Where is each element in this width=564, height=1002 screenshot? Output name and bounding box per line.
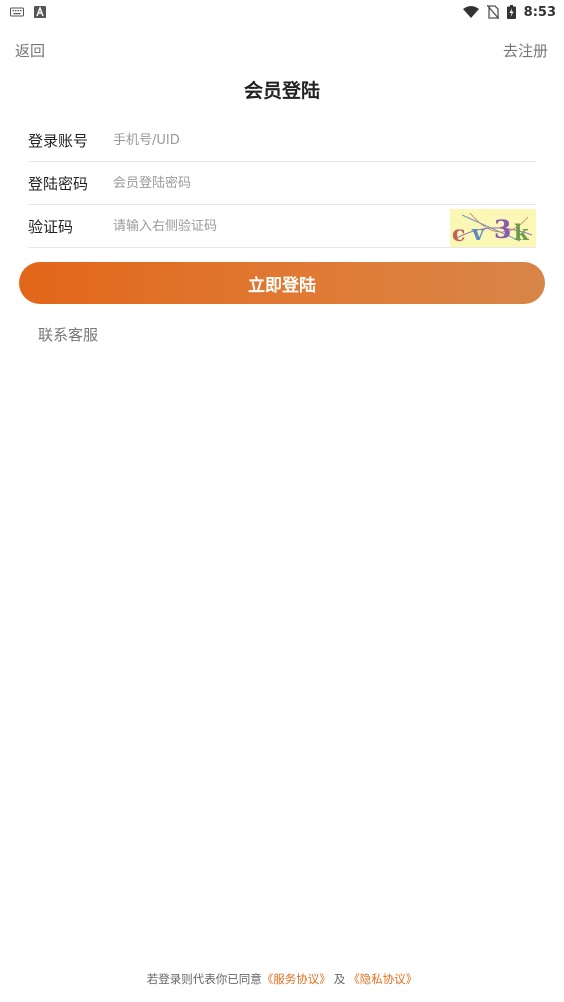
status-bar: 8:53 — [0, 0, 564, 24]
keyboard-icon — [10, 7, 24, 17]
captcha-image[interactable]: c v 3 k — [450, 209, 536, 247]
header: 返回 去注册 — [0, 30, 564, 70]
captcha-label: 验证码 — [28, 218, 74, 236]
service-agreement-link[interactable]: 《服务协议》 — [262, 972, 331, 986]
privacy-agreement-link[interactable]: 《隐私协议》 — [348, 972, 417, 986]
login-button[interactable]: 立即登陆 — [19, 262, 545, 304]
account-input[interactable] — [113, 125, 536, 156]
svg-text:3: 3 — [494, 215, 511, 244]
password-row: 登陆密码 — [28, 163, 536, 205]
captcha-row: 验证码 c v 3 k — [28, 206, 536, 248]
agreement-prefix: 若登录则代表你已同意 — [146, 972, 262, 986]
svg-text:v: v — [471, 220, 485, 245]
no-sim-icon — [486, 5, 499, 19]
status-right: 8:53 — [462, 4, 556, 20]
agreement-conjunction: 及 — [333, 972, 346, 986]
password-input[interactable] — [113, 168, 536, 199]
a-letter-icon — [34, 6, 46, 18]
agreement-text: 若登录则代表你已同意《服务协议》及《隐私协议》 — [0, 971, 564, 987]
battery-icon — [506, 5, 516, 19]
clock: 8:53 — [523, 4, 556, 20]
account-label: 登录账号 — [28, 132, 89, 150]
page-title: 会员登陆 — [243, 80, 320, 102]
login-page: 8:53 返回 去注册 会员登陆 登录账号 登陆密码 验证码 c — [0, 0, 564, 1002]
contact-support-link[interactable]: 联系客服 — [38, 324, 98, 345]
back-button[interactable]: 返回 — [15, 40, 45, 61]
register-link[interactable]: 去注册 — [503, 40, 548, 61]
password-label: 登陆密码 — [28, 175, 89, 193]
login-form: 登录账号 登陆密码 验证码 c v 3 k — [28, 120, 536, 248]
wifi-icon — [462, 6, 479, 18]
account-row: 登录账号 — [28, 120, 536, 162]
status-left — [10, 6, 46, 18]
svg-text:k: k — [514, 220, 529, 245]
svg-text:c: c — [452, 221, 465, 247]
